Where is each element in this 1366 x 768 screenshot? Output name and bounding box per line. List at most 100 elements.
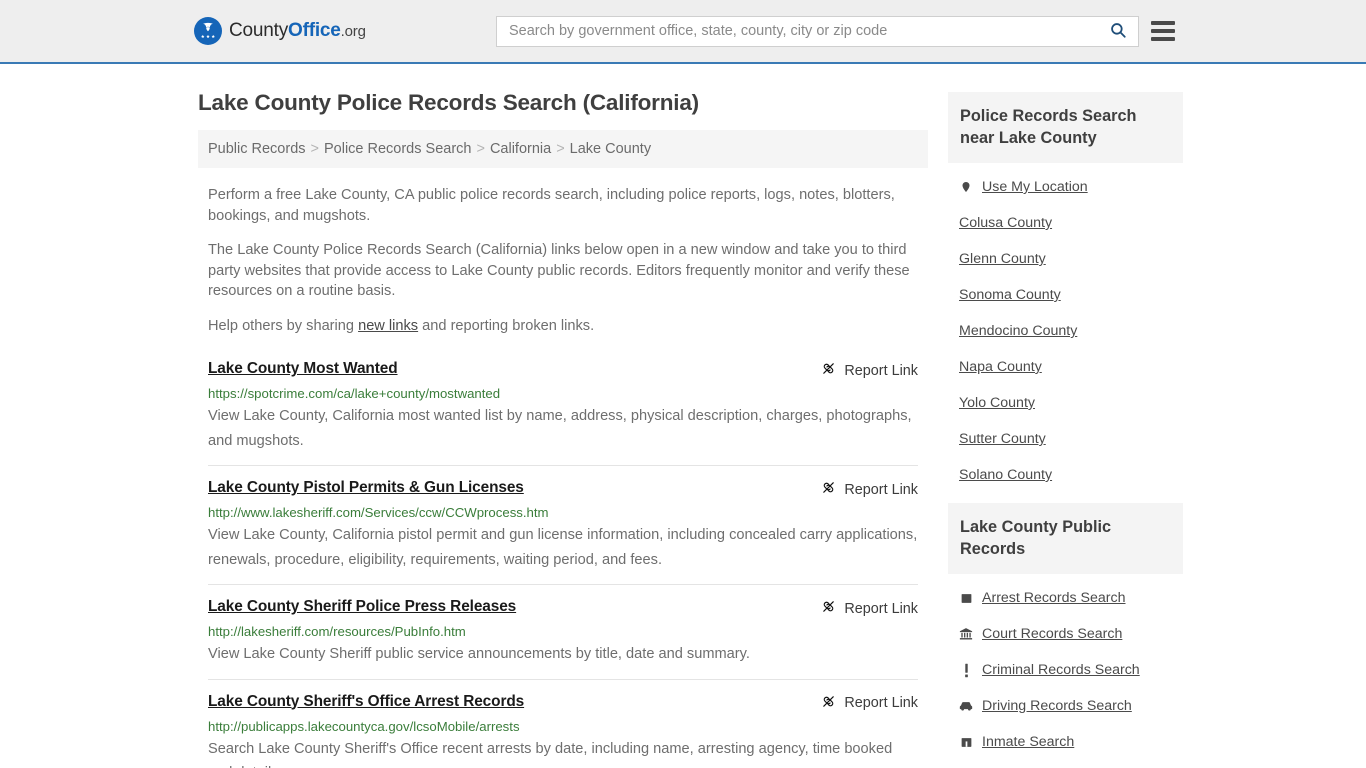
sidebar-link[interactable]: Arrest Records Search xyxy=(982,590,1126,606)
hamburger-bar-1 xyxy=(1151,21,1175,25)
logo-text-org: .org xyxy=(340,23,366,40)
report-link-button[interactable]: Report Link xyxy=(821,694,918,713)
result-header: Lake County Pistol Permits & Gun License… xyxy=(208,479,918,499)
search-button[interactable] xyxy=(1098,17,1138,46)
sidebar-link[interactable]: Criminal Records Search xyxy=(982,662,1140,678)
sidebar-item-solano-county[interactable]: Solano County xyxy=(948,457,1183,493)
intro-paragraph-1: Perform a free Lake County, CA public po… xyxy=(208,187,895,224)
breadcrumb-separator: > xyxy=(476,141,485,157)
result-title-link[interactable]: Lake County Sheriff Police Press Release… xyxy=(208,598,516,616)
sidebar-item-driving-records-search[interactable]: Driving Records Search xyxy=(948,688,1183,724)
breadcrumb-item-california[interactable]: California xyxy=(490,141,551,157)
report-link-label: Report Link xyxy=(844,481,918,498)
broken-link-icon xyxy=(821,694,836,713)
result-description: Search Lake County Sheriff's Office rece… xyxy=(208,740,893,768)
result-url: https://spotcrime.com/ca/lake+county/mos… xyxy=(208,386,501,401)
logo-text-county: County xyxy=(229,20,289,41)
sidebar-item-mendocino-county[interactable]: Mendocino County xyxy=(948,313,1183,349)
sidebar-link[interactable]: Sonoma County xyxy=(959,287,1061,303)
report-link-button[interactable]: Report Link xyxy=(821,480,918,499)
courthouse-icon xyxy=(959,626,973,642)
sidebar-link[interactable]: Glenn County xyxy=(959,251,1046,267)
main-content: Lake County Police Records Search (Calif… xyxy=(198,64,928,768)
search-icon xyxy=(1109,21,1127,42)
fingerprint-card-icon xyxy=(959,590,973,606)
search-input[interactable] xyxy=(497,16,1098,46)
sidebar-link[interactable]: Napa County xyxy=(959,359,1042,375)
result-title-link[interactable]: Lake County Sheriff's Office Arrest Reco… xyxy=(208,693,524,711)
breadcrumb: Public Records > Police Records Search > Cal… xyxy=(198,130,928,168)
result-description: View Lake County, California pistol perm… xyxy=(208,527,918,568)
sidebar-link[interactable]: Solano County xyxy=(959,467,1052,483)
report-link-label: Report Link xyxy=(844,362,918,379)
sidebar-item-sutter-county[interactable]: Sutter County xyxy=(948,421,1183,457)
logo-wordmark: CountyOffice.org xyxy=(229,20,366,42)
sidebar-item-use-my-location[interactable]: Use My Location xyxy=(948,169,1183,205)
hamburger-bar-3 xyxy=(1151,37,1175,41)
result-title-link[interactable]: Lake County Pistol Permits & Gun License… xyxy=(208,479,524,497)
sidebar-item-glenn-county[interactable]: Glenn County xyxy=(948,241,1183,277)
site-logo[interactable]: CountyOffice.org xyxy=(194,17,366,45)
exclamation-icon xyxy=(959,662,973,678)
eagle-shield-emblem-icon xyxy=(194,17,222,45)
sidebar-public-records-section: Lake County Public Records Arrest Record… xyxy=(948,503,1183,760)
report-link-label: Report Link xyxy=(844,695,918,711)
car-icon xyxy=(959,698,973,714)
intro-text: Perform a free Lake County, CA public po… xyxy=(198,185,928,336)
sidebar-nearby-section: Police Records Search near Lake County U… xyxy=(948,92,1183,493)
report-link-button[interactable]: Report Link xyxy=(821,361,918,380)
intro-p3-before: Help others by sharing xyxy=(208,317,359,334)
report-link-button[interactable]: Report Link xyxy=(821,599,918,618)
result-title-link[interactable]: Lake County Most Wanted xyxy=(208,360,398,378)
logo-text-office: Office xyxy=(288,20,341,41)
sidebar-item-colusa-county[interactable]: Colusa County xyxy=(948,205,1183,241)
result-item: Lake County Sheriff Police Press Release… xyxy=(208,584,918,679)
sidebar-public-records-list: Arrest Records Search Court Records Sear… xyxy=(948,580,1183,760)
hamburger-menu-button[interactable] xyxy=(1151,21,1175,41)
breadcrumb-item-police-records-search[interactable]: Police Records Search xyxy=(324,141,472,157)
sidebar-nearby-heading: Police Records Search near Lake County xyxy=(948,92,1183,163)
search-bar[interactable] xyxy=(496,15,1139,47)
new-links-link[interactable]: new links xyxy=(358,318,418,334)
result-url: http://www.lakesheriff.com/Services/ccw/… xyxy=(208,505,549,520)
result-header: Lake County Sheriff Police Press Release… xyxy=(208,598,918,618)
result-description: View Lake County, California most wanted… xyxy=(208,408,912,449)
sidebar-item-yolo-county[interactable]: Yolo County xyxy=(948,385,1183,421)
sidebar-link[interactable]: Inmate Search xyxy=(982,734,1074,750)
site-header: CountyOffice.org xyxy=(0,0,1366,64)
broken-link-icon xyxy=(821,480,836,499)
sidebar-item-court-records-search[interactable]: Court Records Search xyxy=(948,616,1183,652)
sidebar-item-inmate-search[interactable]: Inmate Search xyxy=(948,724,1183,760)
result-item: Lake County Pistol Permits & Gun License… xyxy=(208,465,918,584)
sidebar-link[interactable]: Use My Location xyxy=(982,179,1088,195)
broken-link-icon xyxy=(821,361,836,380)
breadcrumb-separator: > xyxy=(556,141,565,157)
intro-paragraph-2: The Lake County Police Records Search (C… xyxy=(208,242,910,299)
result-header: Lake County Sheriff's Office Arrest Reco… xyxy=(208,693,918,713)
sidebar-link[interactable]: Driving Records Search xyxy=(982,698,1132,714)
map-pin-icon xyxy=(959,179,973,195)
sidebar-link[interactable]: Colusa County xyxy=(959,215,1052,231)
intro-paragraph-3: Help others by sharing new links and rep… xyxy=(198,316,928,337)
breadcrumb-separator: > xyxy=(310,141,319,157)
result-header: Lake County Most Wanted Report Link xyxy=(208,360,918,380)
sidebar-item-sonoma-county[interactable]: Sonoma County xyxy=(948,277,1183,313)
report-link-label: Report Link xyxy=(844,600,918,617)
breadcrumb-item-lake-county[interactable]: Lake County xyxy=(570,141,651,157)
sidebar-item-criminal-records-search[interactable]: Criminal Records Search xyxy=(948,652,1183,688)
result-url: http://publicapps.lakecountyca.gov/lcsoM… xyxy=(208,718,520,734)
breadcrumb-item-public-records[interactable]: Public Records xyxy=(208,141,306,157)
results-list: Lake County Most Wanted Report Link http… xyxy=(198,356,928,768)
sidebar-link[interactable]: Court Records Search xyxy=(982,626,1122,642)
sidebar-link[interactable]: Sutter County xyxy=(959,431,1046,447)
result-url: http://lakesheriff.com/resources/PubInfo… xyxy=(208,624,466,639)
sidebar-item-napa-county[interactable]: Napa County xyxy=(948,349,1183,385)
result-item: Lake County Sheriff's Office Arrest Reco… xyxy=(208,678,918,768)
sidebar-link[interactable]: Mendocino County xyxy=(959,323,1077,339)
sidebar-public-records-heading: Lake County Public Records xyxy=(948,503,1183,574)
sidebar-nearby-list: Use My Location Colusa County Glenn Coun… xyxy=(948,169,1183,493)
jail-icon xyxy=(959,734,973,750)
sidebar-link[interactable]: Yolo County xyxy=(959,395,1035,411)
sidebar-item-arrest-records-search[interactable]: Arrest Records Search xyxy=(948,580,1183,616)
page-title: Lake County Police Records Search (Calif… xyxy=(198,90,699,115)
